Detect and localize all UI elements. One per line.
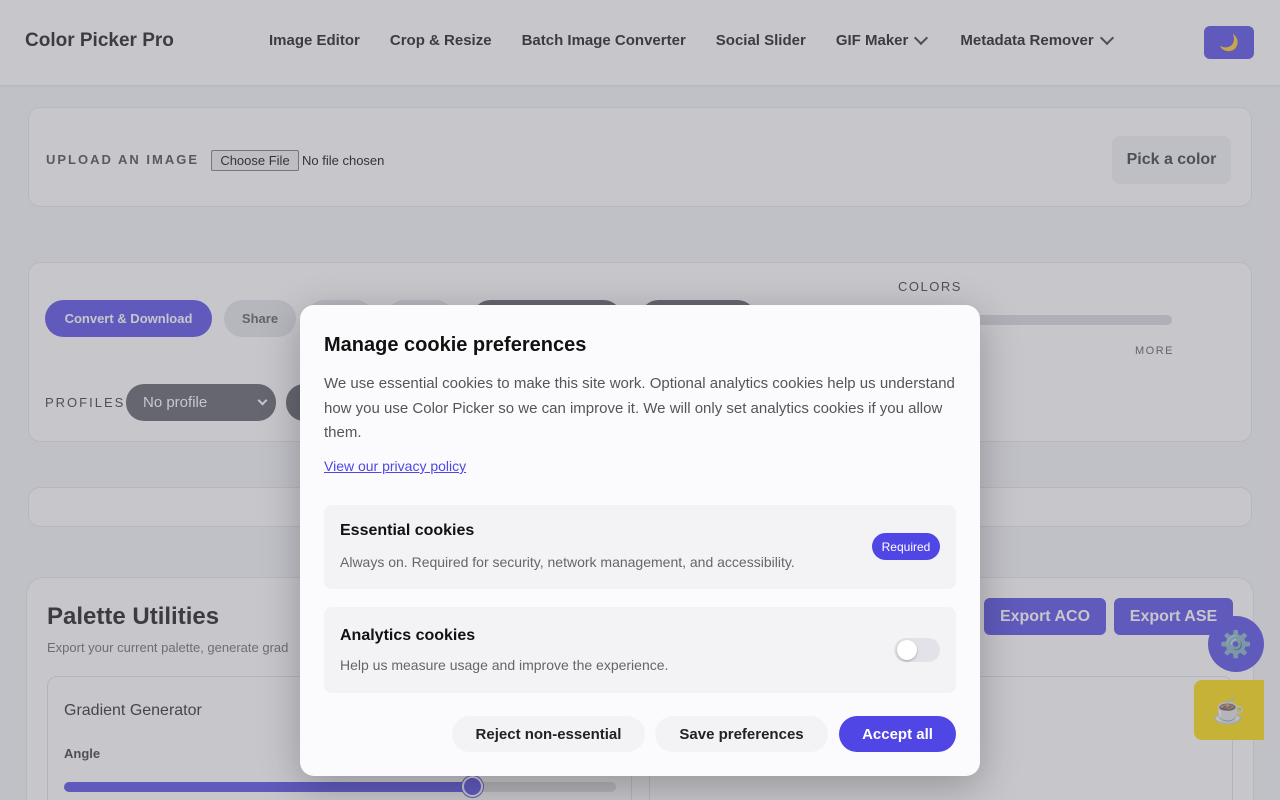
required-badge: Required <box>872 533 940 560</box>
cookie-preferences-modal: Manage cookie preferences We use essenti… <box>300 305 980 776</box>
privacy-policy-link[interactable]: View our privacy policy <box>324 458 466 474</box>
analytics-toggle[interactable] <box>894 638 940 662</box>
analytics-cookies-row: Analytics cookies Help us measure usage … <box>324 607 956 693</box>
accept-all-button[interactable]: Accept all <box>839 716 956 752</box>
essential-cookies-desc: Always on. Required for security, networ… <box>340 554 795 570</box>
analytics-cookies-desc: Help us measure usage and improve the ex… <box>340 657 669 673</box>
essential-cookies-row: Essential cookies Always on. Required fo… <box>324 505 956 589</box>
modal-description: We use essential cookies to make this si… <box>324 375 955 441</box>
toggle-knob <box>897 640 917 660</box>
analytics-cookies-title: Analytics cookies <box>340 627 476 644</box>
save-preferences-button[interactable]: Save preferences <box>655 716 828 752</box>
reject-non-essential-button[interactable]: Reject non-essential <box>452 716 645 752</box>
essential-cookies-title: Essential cookies <box>340 522 475 539</box>
modal-title: Manage cookie preferences <box>324 334 587 356</box>
